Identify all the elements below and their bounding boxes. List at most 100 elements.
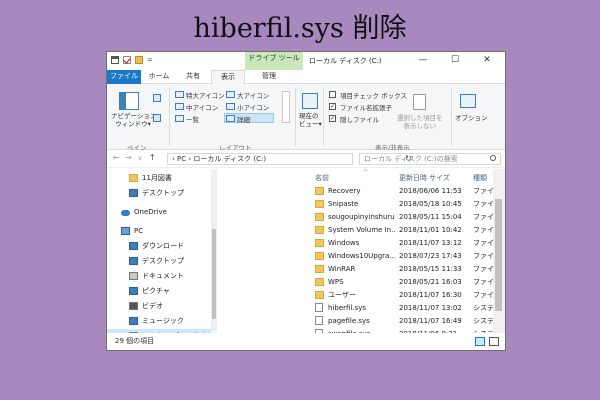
- status-bar: 29 個の項目: [107, 333, 505, 350]
- layout-medium[interactable]: 中アイコン: [186, 102, 218, 112]
- close-button[interactable]: ✕: [471, 52, 503, 70]
- nav-item-desktop-quick[interactable]: デスクトップ: [107, 186, 211, 201]
- column-header-name[interactable]: 名前: [315, 173, 329, 184]
- nav-item-onedrive[interactable]: OneDrive: [107, 205, 211, 220]
- file-extension-label: ファイル名拡張子: [340, 104, 392, 112]
- nav-item-desktop[interactable]: デスクトップ: [107, 254, 211, 269]
- details-view-toggle-icon[interactable]: [475, 337, 485, 346]
- cell-name: pagefile.sys: [328, 317, 370, 325]
- tab-view[interactable]: 表示: [211, 70, 245, 85]
- minimize-button[interactable]: —: [407, 52, 439, 70]
- table-row[interactable]: Windows2018/11/07 13:12ファイル フォルダー: [211, 237, 505, 249]
- nav-item-label: ビデオ: [142, 302, 163, 310]
- folder-icon: [315, 239, 324, 247]
- sort-arrow-icon: ^: [363, 169, 369, 176]
- layout-details[interactable]: 詳細: [237, 114, 250, 124]
- breadcrumb[interactable]: › PC › ローカル ディスク (C:): [172, 155, 266, 163]
- desktop-icon: [129, 257, 138, 265]
- window-menu-icon[interactable]: [111, 56, 119, 64]
- cell-date: 2018/06/06 11:53: [399, 187, 462, 195]
- cell-date: 2018/11/07 13:12: [399, 239, 462, 247]
- cell-name: Windows10Upgra...: [328, 252, 396, 260]
- folder-icon: [315, 200, 324, 208]
- layout-extra-large[interactable]: 特大アイコン: [186, 90, 225, 100]
- layout-scroll-arrows[interactable]: [282, 91, 290, 123]
- search-input[interactable]: ローカル ディスク (C:)の検索: [359, 153, 501, 165]
- item-checkbox-toggle[interactable]: [329, 91, 336, 98]
- options-button[interactable]: オプション: [455, 112, 488, 122]
- properties-icon[interactable]: [123, 56, 131, 64]
- tab-file[interactable]: ファイル: [107, 70, 141, 84]
- folder-icon: [315, 252, 324, 260]
- column-header-type[interactable]: 種類: [473, 173, 487, 184]
- nav-item-music[interactable]: ミュージック: [107, 314, 211, 329]
- up-arrow-icon[interactable]: ↑: [149, 153, 156, 162]
- download-icon: [129, 242, 138, 250]
- list-scrollbar[interactable]: [493, 169, 505, 333]
- qat-dropdown-icon[interactable]: =: [147, 56, 153, 64]
- details-pane-icon[interactable]: [153, 114, 161, 122]
- extra-large-icons-icon: [175, 91, 184, 98]
- current-view-button[interactable]: 現在の ビュー▾: [299, 112, 322, 128]
- new-folder-icon[interactable]: [135, 56, 143, 64]
- table-row[interactable]: Windows10Upgra...2018/07/23 17:43ファイル フォ…: [211, 250, 505, 262]
- nav-item-label: デスクトップ: [142, 257, 184, 265]
- title-bar: = ドライブ ツール ローカル ディスク (C:) — ☐ ✕: [107, 52, 505, 70]
- videos-icon: [129, 302, 138, 310]
- file-extension-checkbox[interactable]: ✓: [329, 103, 336, 110]
- cell-name: WPS: [328, 278, 344, 286]
- nav-item-label: 11月図書: [142, 174, 172, 182]
- navigation-pane-icon[interactable]: [119, 92, 139, 110]
- cell-date: 2018/11/07 16:49: [399, 317, 462, 325]
- layout-list[interactable]: 一覧: [186, 114, 199, 124]
- list-scroll-thumb[interactable]: [495, 199, 502, 311]
- folder-icon: [315, 291, 324, 299]
- address-path[interactable]: › PC › ローカル ディスク (C:) ↻: [167, 153, 412, 165]
- layout-small[interactable]: 小アイコン: [237, 102, 269, 112]
- search-placeholder: ローカル ディスク (C:)の検索: [364, 155, 458, 163]
- navigation-pane: 11月図書 デスクトップ OneDrive PC ダウンロード デスクトップ ド…: [107, 169, 211, 344]
- tab-home[interactable]: ホーム: [143, 70, 175, 84]
- nav-item-downloads[interactable]: ダウンロード: [107, 239, 211, 254]
- table-row[interactable]: WinRAR2018/05/15 11:33ファイル フォルダー: [211, 263, 505, 275]
- tab-share[interactable]: 共有: [177, 70, 209, 84]
- large-icons-icon: [226, 91, 235, 98]
- medium-icons-icon: [175, 103, 184, 110]
- recent-locations-icon[interactable]: ∨: [138, 155, 142, 162]
- nav-item-documents[interactable]: ドキュメント: [107, 269, 211, 284]
- table-row[interactable]: WPS2018/05/21 16:03ファイル フォルダー: [211, 276, 505, 288]
- forward-arrow-icon[interactable]: →: [125, 153, 132, 162]
- preview-pane-icon[interactable]: [153, 94, 161, 102]
- quick-access-toolbar: =: [111, 56, 153, 64]
- folder-icon: [315, 278, 324, 286]
- ribbon-separator: [323, 88, 324, 146]
- navigation-pane-button[interactable]: ナビゲーション ウィンドウ▾: [111, 112, 156, 128]
- maximize-button[interactable]: ☐: [439, 52, 471, 70]
- tab-manage[interactable]: 管理: [247, 70, 291, 84]
- hidden-files-checkbox[interactable]: ✓: [329, 115, 336, 122]
- current-view-icon[interactable]: [302, 93, 318, 109]
- table-row[interactable]: Snipaste2018/05/18 10:45ファイル フォルダー: [211, 198, 505, 210]
- large-icons-toggle-icon[interactable]: [489, 337, 499, 346]
- table-row[interactable]: System Volume In... 2018/11/01 10:42 ファイル …: [211, 224, 505, 236]
- table-row[interactable]: pagefile.sys2018/11/07 16:49システム ファイル4,1…: [211, 315, 505, 327]
- options-icon[interactable]: [460, 94, 476, 108]
- table-row[interactable]: ユーザー2018/11/07 16:30ファイル フォルダー: [211, 289, 505, 301]
- layout-large[interactable]: 大アイコン: [237, 90, 269, 100]
- table-row[interactable]: hiberfil.sys2018/11/07 13:02システム ファイル3,3…: [211, 302, 505, 314]
- search-icon: [490, 155, 496, 161]
- hidden-files-label: 隠しファイル: [340, 116, 379, 124]
- table-row[interactable]: sougoupinyinshuru2018/05/11 15:04ファイル フォ…: [211, 211, 505, 223]
- hide-selected-button[interactable]: 選択した項目を 表示しない: [397, 114, 443, 130]
- table-row[interactable]: Recovery2018/06/06 11:53ファイル フォルダー: [211, 185, 505, 197]
- folder-icon: [315, 265, 324, 273]
- nav-item-pc[interactable]: PC: [107, 224, 211, 239]
- back-arrow-icon[interactable]: ←: [113, 153, 120, 162]
- column-header-date[interactable]: 更新日時: [399, 173, 427, 184]
- pc-icon: [121, 227, 130, 235]
- nav-item-label: デスクトップ: [142, 189, 184, 197]
- column-header-size[interactable]: サイズ: [429, 173, 450, 184]
- nav-item-videos[interactable]: ビデオ: [107, 299, 211, 314]
- nav-item-11gatsu-tosho[interactable]: 11月図書: [107, 171, 211, 186]
- nav-item-pictures[interactable]: ピクチャ: [107, 284, 211, 299]
